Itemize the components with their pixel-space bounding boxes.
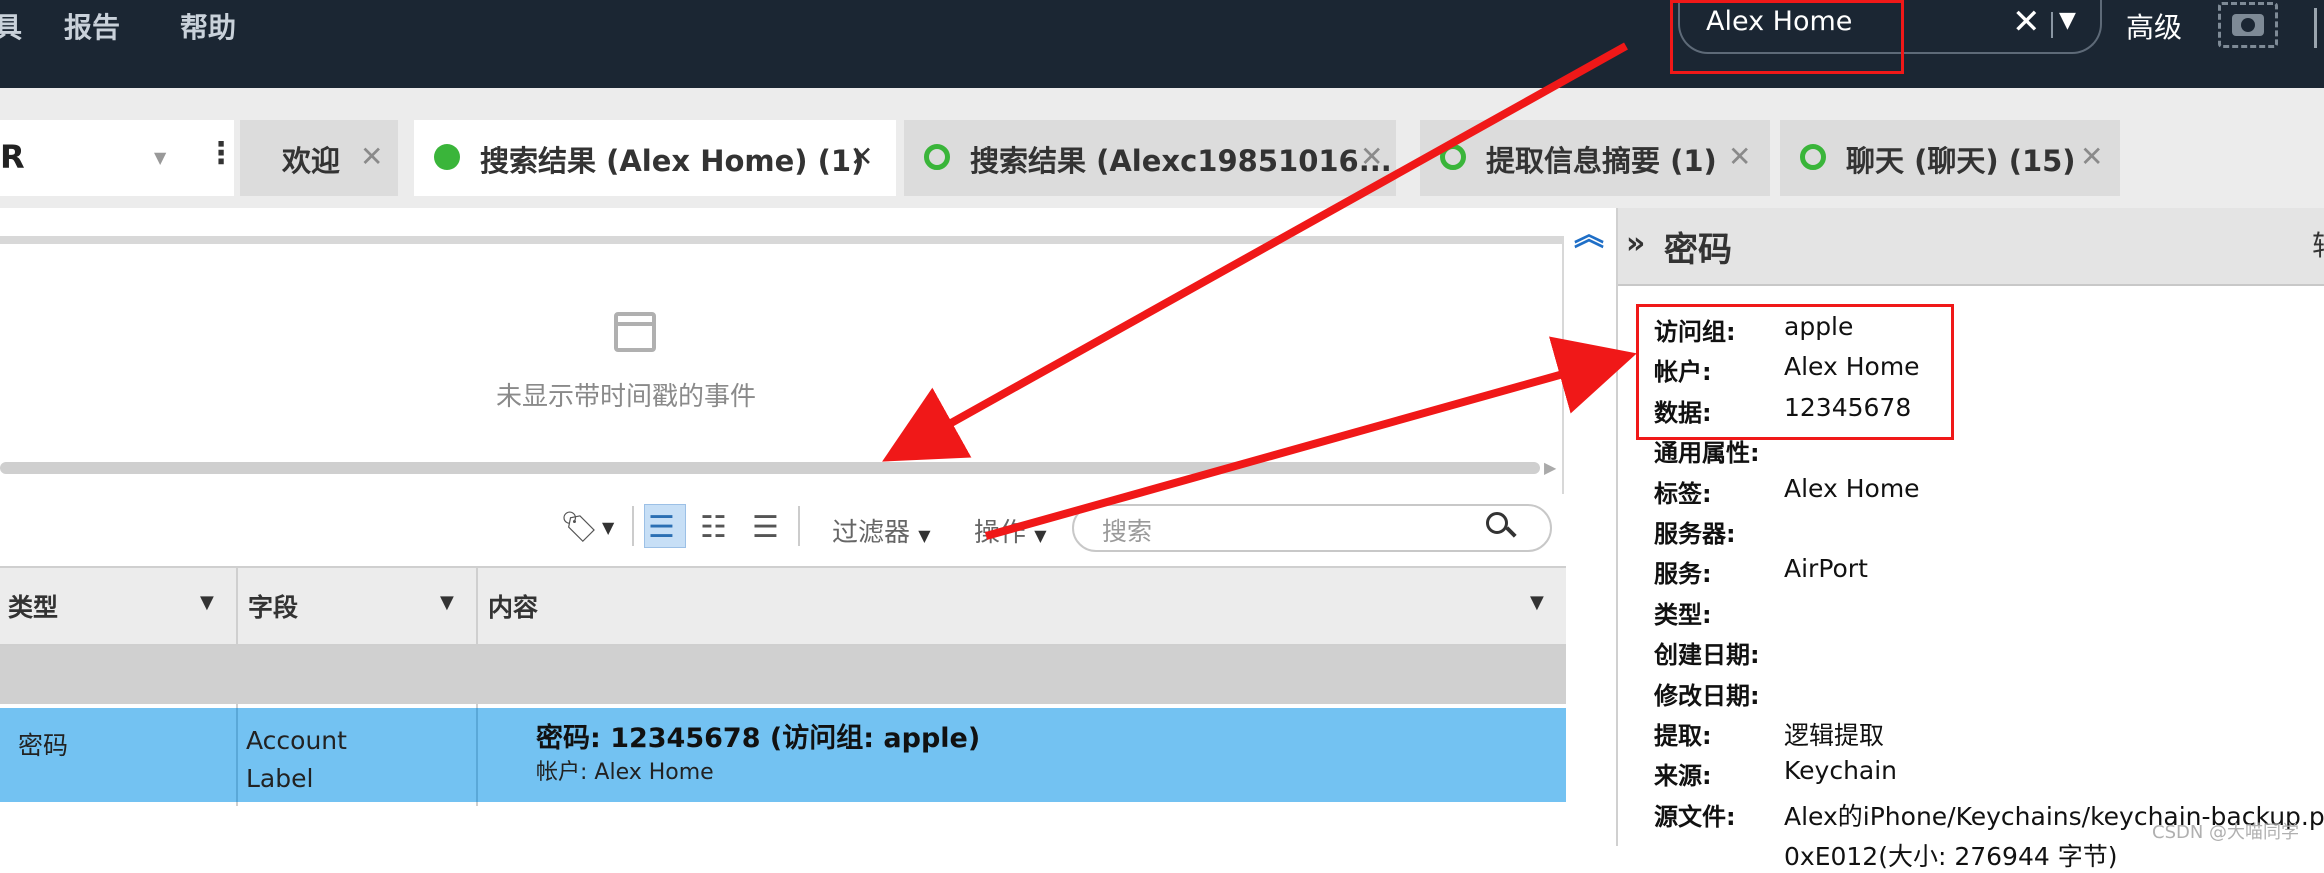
watermark: CSDN @大喵同学 <box>2152 822 2300 843</box>
arrow-ops-to-detail <box>984 336 1637 540</box>
annotation-arrows <box>882 42 1637 540</box>
